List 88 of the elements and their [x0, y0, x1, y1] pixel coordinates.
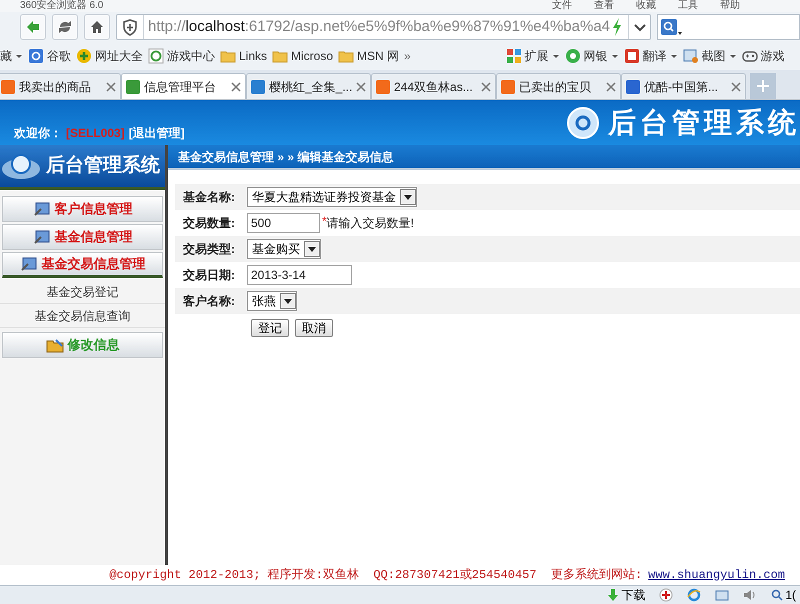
- browser-tab[interactable]: 已卖出的宝贝: [496, 73, 621, 99]
- close-icon: [606, 82, 616, 92]
- circle-icon: [564, 48, 581, 64]
- menu-item[interactable]: 查看: [594, 1, 614, 11]
- field-label: 交易数量:: [182, 215, 236, 232]
- menu-item[interactable]: 工具: [678, 1, 698, 11]
- url-text: http://localhost:61792/asp.net%e5%9f%ba%e9%87%91%e4%ba%a4: [147, 16, 610, 37]
- submenu-link[interactable]: 基金交易登记: [0, 280, 165, 304]
- bookmark-item[interactable]: 游戏中心: [148, 47, 215, 65]
- medical-icon: [659, 588, 674, 602]
- window-icon: [715, 588, 730, 602]
- grid-icon: [506, 48, 522, 64]
- bookmark-item[interactable]: 游戏: [742, 47, 785, 65]
- refresh-button[interactable]: [52, 14, 78, 40]
- bookmark-item[interactable]: 谷歌: [28, 47, 71, 65]
- browser-tab[interactable]: 优酷-中国第...: [621, 73, 746, 99]
- sidebar-title: 后台管理系统: [46, 154, 160, 178]
- field-label: 交易日期:: [182, 267, 236, 284]
- menu-item[interactable]: 帮助: [720, 1, 740, 11]
- form-button[interactable]: 取消: [295, 319, 333, 337]
- close-icon: [356, 82, 366, 92]
- plus-icon: [76, 48, 92, 64]
- hint-text: 请输入交易数量!: [326, 215, 414, 232]
- square-icon: [624, 48, 640, 64]
- address-field[interactable]: http://localhost:61792/asp.net%e5%9f%ba%e9%87%91%e4%ba%a4: [116, 14, 651, 40]
- caret-icon: [552, 52, 560, 60]
- close-icon: [481, 82, 491, 92]
- field-label: 客户名称:: [182, 293, 236, 310]
- back-icon: [25, 19, 41, 35]
- field-label: 交易类型:: [182, 241, 236, 258]
- notepad-icon: [32, 201, 50, 217]
- form-button[interactable]: 登记: [251, 319, 289, 337]
- caret-icon: [728, 52, 737, 60]
- input-field[interactable]: 2013-3-14: [247, 265, 352, 285]
- welcome-label: 欢迎你：: [14, 125, 62, 142]
- bookmark-item[interactable]: 翻译: [624, 47, 678, 65]
- bookmark-item[interactable]: Links: [220, 47, 268, 65]
- home-icon: [89, 19, 105, 35]
- logout-link[interactable]: [退出管理]: [128, 124, 185, 142]
- caret-icon: [15, 52, 23, 60]
- screenshot-icon: [682, 48, 699, 64]
- download-icon: [607, 588, 620, 602]
- browser-tab[interactable]: 244双鱼林as...: [371, 73, 496, 99]
- sidebar-item[interactable]: 客户信息管理: [2, 196, 163, 222]
- ie-icon: [687, 588, 702, 602]
- logo-title: 后台管理系统: [608, 106, 800, 140]
- input-field[interactable]: 500: [247, 213, 320, 233]
- submenu-link[interactable]: 基金交易信息查询: [0, 304, 165, 328]
- bookmark-item[interactable]: 网址大全: [76, 47, 143, 65]
- select-field[interactable]: 华夏大盘精选证券投资基金: [247, 187, 417, 207]
- bookmark-item[interactable]: 网银: [564, 47, 619, 65]
- bookmark-item[interactable]: MSN 网: [338, 47, 400, 65]
- back-button[interactable]: [20, 14, 46, 40]
- breadcrumb-text: 基金交易信息管理 » » 编辑基金交易信息: [178, 148, 394, 166]
- notepad-icon: [32, 229, 50, 245]
- folder-icon: [46, 337, 64, 353]
- select-field[interactable]: 基金购买: [247, 239, 321, 259]
- close-icon: [106, 82, 116, 92]
- user-name: [SELL003]: [66, 125, 125, 142]
- browser-tab[interactable]: 樱桃红_全集_...: [246, 73, 371, 99]
- close-icon: [231, 82, 241, 92]
- search-field[interactable]: [657, 14, 800, 40]
- browser-tab[interactable]: 我卖出的商品: [0, 73, 121, 99]
- search-icon: [658, 17, 684, 37]
- notepad-icon: [20, 256, 38, 272]
- home-button[interactable]: [84, 14, 110, 40]
- bookmark-item[interactable]: 藏: [0, 47, 23, 65]
- required-mark: *: [322, 213, 327, 228]
- bookmark-item[interactable]: Microso: [272, 47, 334, 65]
- site-link[interactable]: www.shuangyulin.com: [648, 566, 785, 584]
- sidebar-item[interactable]: 基金交易信息管理: [2, 252, 163, 278]
- refresh-icon: [57, 19, 73, 35]
- close-icon: [731, 82, 741, 92]
- field-label: 基金名称:: [182, 189, 236, 206]
- menu-item[interactable]: 收藏: [636, 1, 656, 11]
- magnifier-icon: [771, 589, 784, 601]
- bookmark-item[interactable]: 扩展: [506, 47, 560, 65]
- copyright-text: @copyright 2012-2013; 程序开发:双鱼林 QQ:287307421或254540457 更多系统到网站:: [109, 567, 642, 584]
- bookmark-item[interactable]: 截图: [682, 47, 737, 65]
- caret-icon: [610, 52, 619, 60]
- speaker-icon: [743, 588, 758, 602]
- browser-tab[interactable]: 信息管理平台: [121, 73, 246, 99]
- bookmark-item[interactable]: »: [404, 47, 411, 65]
- zoom-button[interactable]: 1(: [771, 586, 796, 604]
- caret-icon: [670, 52, 678, 60]
- sidebar-item[interactable]: 基金信息管理: [2, 224, 163, 250]
- download-button[interactable]: 下载: [607, 586, 646, 604]
- select-field[interactable]: 张燕: [247, 291, 297, 311]
